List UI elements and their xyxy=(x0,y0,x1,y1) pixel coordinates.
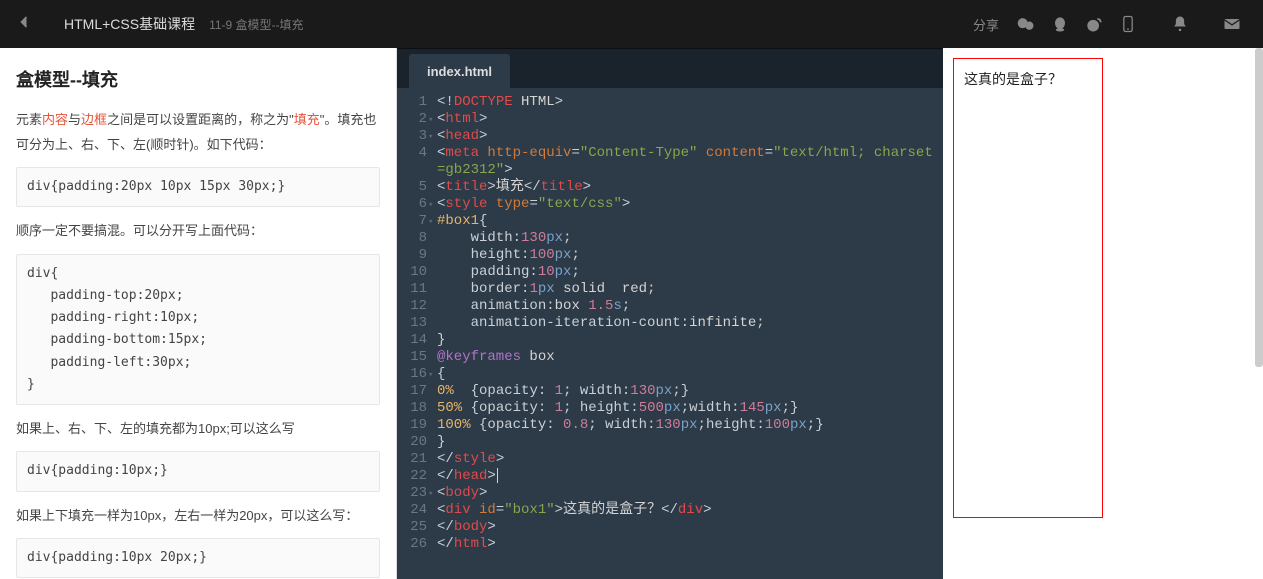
lesson-heading: 盒模型--填充 xyxy=(16,66,380,92)
editor-panel: index.html 12345678910111213141516171819… xyxy=(397,48,943,579)
code-sample-4: div{padding:10px 20px;} xyxy=(16,538,380,578)
mobile-icon[interactable] xyxy=(1117,13,1139,35)
code-line[interactable]: ▾<body> xyxy=(437,485,943,502)
qq-icon[interactable] xyxy=(1049,13,1071,35)
main: 盒模型--填充 元素内容与边框之间是可以设置距离的，称之为"填充"。填充也可分为… xyxy=(0,48,1263,579)
code-sample-2: div{ padding-top:20px; padding-right:10p… xyxy=(16,254,380,405)
code-sample-3: div{padding:10px;} xyxy=(16,451,380,491)
preview-box1: 这真的是盒子？ xyxy=(953,58,1103,518)
code-line[interactable]: height:100px; xyxy=(437,247,943,264)
code-line[interactable]: <meta http-equiv="Content-Type" content=… xyxy=(437,145,943,162)
code-line[interactable]: <div id="box1">这真的是盒子？</div> xyxy=(437,502,943,519)
code-line[interactable]: padding:10px; xyxy=(437,264,943,281)
code-line[interactable]: @keyframes box xyxy=(437,349,943,366)
code-line[interactable]: width:130px; xyxy=(437,230,943,247)
scrollbar[interactable] xyxy=(1255,48,1263,367)
topbar: HTML+CSS基础课程 11-9 盒模型--填充 分享 xyxy=(0,0,1263,48)
code-line[interactable]: ▾<head> xyxy=(437,128,943,145)
code-line[interactable]: animation:box 1.5s; xyxy=(437,298,943,315)
code-line[interactable]: </style> xyxy=(437,451,943,468)
code-line[interactable]: </body> xyxy=(437,519,943,536)
code-line[interactable]: </html> xyxy=(437,536,943,553)
code-editor[interactable]: 1234567891011121314151617181920212223242… xyxy=(397,88,943,579)
code-line[interactable]: ▾{ xyxy=(437,366,943,383)
preview-panel: 这真的是盒子？ xyxy=(943,48,1263,579)
course-title[interactable]: HTML+CSS基础课程 xyxy=(64,14,195,34)
code-line[interactable]: 0% {opacity: 1; width:130px;} xyxy=(437,383,943,400)
lesson-paragraph-4: 如果上下填充一样为10px，左右一样为20px，可以这么写： xyxy=(16,504,380,529)
lesson-panel: 盒模型--填充 元素内容与边框之间是可以设置距离的，称之为"填充"。填充也可分为… xyxy=(0,48,397,579)
tab-index-html[interactable]: index.html xyxy=(409,54,510,88)
code-line[interactable]: ▾<html> xyxy=(437,111,943,128)
lesson-paragraph-1: 元素内容与边框之间是可以设置距离的，称之为"填充"。填充也可分为上、右、下、左(… xyxy=(16,108,380,157)
bell-icon[interactable] xyxy=(1169,13,1191,35)
code-line[interactable]: } xyxy=(437,434,943,451)
code-line[interactable]: animation-iteration-count:infinite; xyxy=(437,315,943,332)
code-line[interactable]: <title>填充</title> xyxy=(437,179,943,196)
code-line[interactable]: ▾#box1{ xyxy=(437,213,943,230)
code-line[interactable]: } xyxy=(437,332,943,349)
code-line[interactable]: ▾<style type="text/css"> xyxy=(437,196,943,213)
back-button[interactable] xyxy=(14,12,34,37)
lesson-paragraph-2: 顺序一定不要搞混。可以分开写上面代码： xyxy=(16,219,380,244)
editor-tabbar: index.html xyxy=(397,48,943,88)
code-line[interactable]: 50% {opacity: 1; height:500px;width:145p… xyxy=(437,400,943,417)
code-line[interactable]: 100% {opacity: 0.8; width:130px;height:1… xyxy=(437,417,943,434)
weibo-icon[interactable] xyxy=(1083,13,1105,35)
lesson-label: 11-9 盒模型--填充 xyxy=(209,16,303,33)
share-label[interactable]: 分享 xyxy=(973,15,999,34)
code-line[interactable]: =gb2312"> xyxy=(437,162,943,179)
code-content[interactable]: <!DOCTYPE HTML>▾<html>▾<head><meta http-… xyxy=(437,94,943,579)
wechat-icon[interactable] xyxy=(1015,13,1037,35)
line-gutter: 1234567891011121314151617181920212223242… xyxy=(397,94,437,579)
code-line[interactable]: border:1px solid red; xyxy=(437,281,943,298)
code-line[interactable]: <!DOCTYPE HTML> xyxy=(437,94,943,111)
lesson-paragraph-3: 如果上、右、下、左的填充都为10px;可以这么写 xyxy=(16,417,380,442)
code-sample-1: div{padding:20px 10px 15px 30px;} xyxy=(16,167,380,207)
code-line[interactable]: </head> xyxy=(437,468,943,485)
mail-icon[interactable] xyxy=(1221,13,1243,35)
